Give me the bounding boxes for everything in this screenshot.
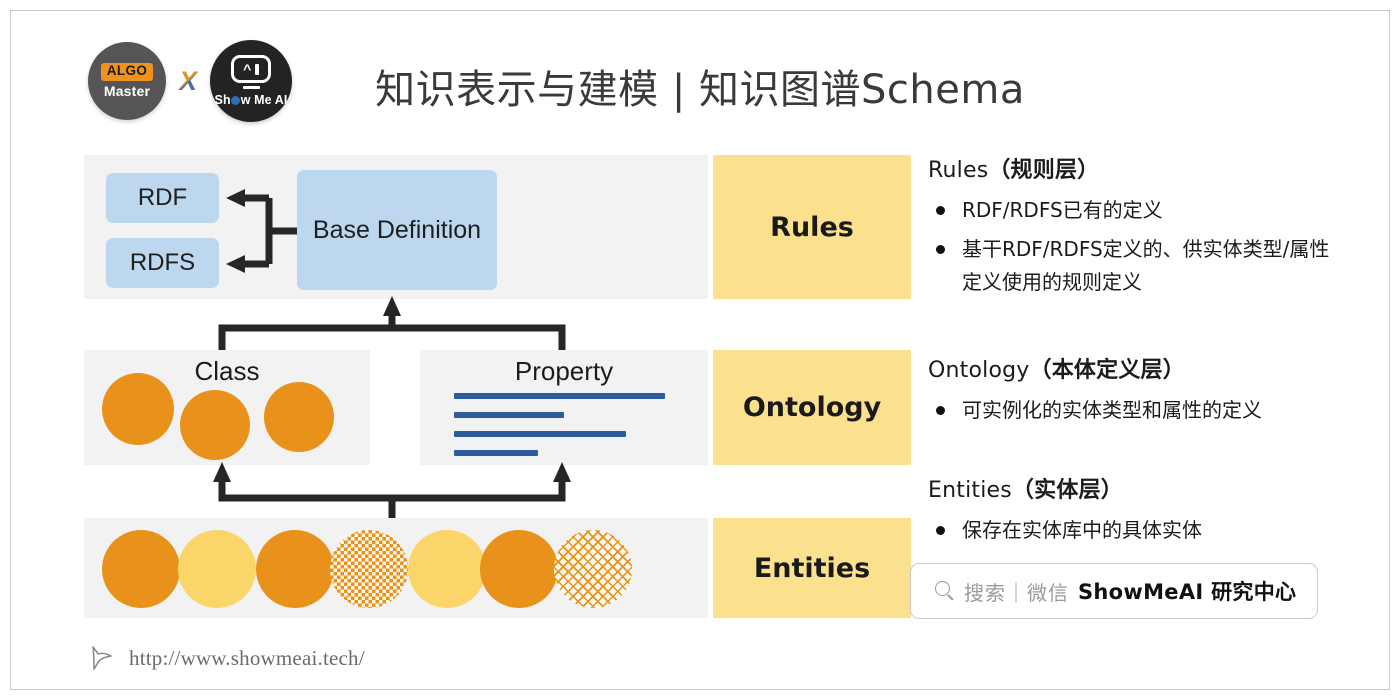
entity-circle [408, 530, 486, 608]
cursor-pointer-icon [92, 646, 112, 670]
description-entities-heading-cn: （实体层） [1011, 478, 1123, 503]
layer-label-entities: Entities [713, 518, 911, 618]
class-circle [180, 390, 250, 460]
class-circle [264, 382, 334, 452]
base-definition-box: Base Definition [297, 170, 497, 290]
rdfs-box: RDFS [106, 238, 219, 288]
description-rules-bullet-list: RDF/RDFS已有的定义 基干RDF/RDFS定义的、供实体类型/属性定义使用… [928, 194, 1348, 299]
entity-circle [178, 530, 256, 608]
description-bullet: 保存在实体库中的具体实体 [928, 514, 1348, 547]
rules-layer-panel: RDF RDFS Base Definition [84, 155, 708, 299]
rdf-box: RDF [106, 173, 219, 223]
slide-header: ALGO Master X ^ Sh w Me AI 知识表示与建模 | 知识图谱… [0, 34, 1400, 146]
description-rules-heading-en: Rules [928, 158, 989, 183]
description-entities-heading-en: Entities [928, 478, 1012, 503]
layer-label-rules: Rules [713, 155, 911, 299]
description-bullet: 基干RDF/RDFS定义的、供实体类型/属性定义使用的规则定义 [928, 233, 1348, 299]
description-ontology-heading-cn: （本体定义层） [1029, 358, 1185, 383]
entity-circle [480, 530, 558, 608]
wechat-search-pill[interactable]: 搜索｜微信 ShowMeAI 研究中心 [910, 563, 1318, 619]
layer-label-ontology: Ontology [713, 350, 911, 465]
description-bullet: 可实例化的实体类型和属性的定义 [928, 394, 1348, 427]
property-panel-label: Property [514, 356, 614, 386]
property-bar [454, 431, 626, 437]
property-bar [454, 450, 538, 456]
footer: http://www.showmeai.tech/ [88, 644, 365, 672]
property-bar [454, 393, 666, 399]
entities-circle-row [102, 526, 702, 612]
page-title: 知识表示与建模 | 知识图谱Schema [375, 67, 1025, 113]
search-pill-hint: 搜索｜微信 [964, 580, 1069, 605]
description-entities-heading: Entities（实体层） [928, 472, 1348, 504]
description-ontology-bullet-list: 可实例化的实体类型和属性的定义 [928, 394, 1348, 427]
description-rules-heading: Rules（规则层） [928, 152, 1348, 184]
description-rules: Rules（规则层） RDF/RDFS已有的定义 基干RDF/RDFS定义的、供… [928, 152, 1348, 305]
search-icon [935, 581, 955, 601]
entity-circle [102, 530, 180, 608]
entities-panel [84, 518, 708, 618]
description-ontology-heading-en: Ontology [928, 358, 1030, 383]
property-bar-list [454, 393, 674, 469]
description-ontology: Ontology（本体定义层） 可实例化的实体类型和属性的定义 [928, 352, 1348, 433]
search-pill-account: ShowMeAI 研究中心 [1078, 580, 1297, 604]
description-ontology-heading: Ontology（本体定义层） [928, 352, 1348, 384]
footer-url: http://www.showmeai.tech/ [129, 645, 365, 670]
slide-canvas: ALGO Master X ^ Sh w Me AI 知识表示与建模 | 知识图谱… [0, 0, 1400, 700]
entity-circle [330, 530, 408, 608]
class-panel: Class [84, 350, 370, 465]
entities-to-ontology-connector [213, 462, 571, 522]
property-panel: Property [420, 350, 708, 465]
property-bar [454, 412, 564, 418]
description-entities: Entities（实体层） 保存在实体库中的具体实体 [928, 472, 1348, 553]
ontology-to-rules-connector [218, 296, 566, 352]
description-bullet: RDF/RDFS已有的定义 [928, 194, 1348, 227]
base-definition-fork-arrows [226, 189, 297, 273]
entity-circle [554, 530, 632, 608]
entity-circle [256, 530, 334, 608]
class-panel-label: Class [194, 356, 260, 386]
description-rules-heading-cn: （规则层） [988, 158, 1100, 183]
description-entities-bullet-list: 保存在实体库中的具体实体 [928, 514, 1348, 547]
